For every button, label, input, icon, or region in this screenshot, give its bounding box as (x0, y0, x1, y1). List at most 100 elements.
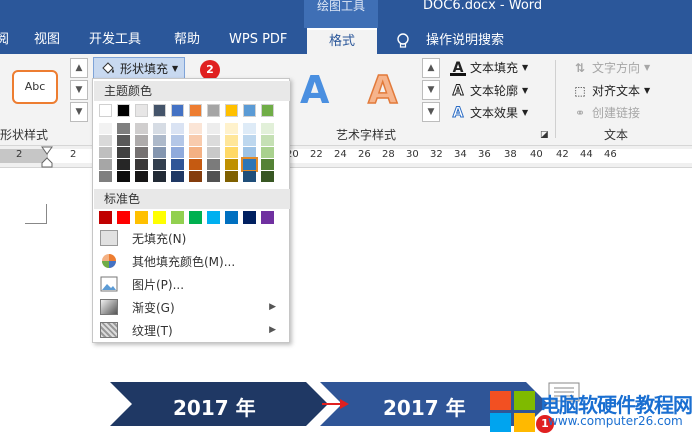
create-link-button[interactable]: ⚭ 创建链接 (572, 104, 640, 121)
color-swatch[interactable] (225, 147, 238, 158)
gradient-fill-menu-item[interactable]: 渐变(G) ▶ (94, 296, 290, 318)
wordart-more-button[interactable]: ▼ (422, 102, 440, 122)
color-swatch[interactable] (117, 135, 130, 146)
color-swatch[interactable] (171, 147, 184, 158)
color-swatch[interactable] (225, 171, 238, 182)
color-swatch[interactable] (99, 104, 112, 117)
color-swatch[interactable] (99, 147, 112, 158)
color-swatch[interactable] (135, 159, 148, 170)
color-swatch[interactable] (135, 123, 148, 134)
color-swatch[interactable] (99, 159, 112, 170)
text-direction-button[interactable]: ⇅ 文字方向 ▼ (572, 59, 650, 76)
color-swatch[interactable] (261, 135, 274, 146)
color-swatch[interactable] (189, 104, 202, 117)
color-swatch[interactable] (225, 135, 238, 146)
color-swatch[interactable] (117, 123, 130, 134)
color-swatch[interactable] (135, 135, 148, 146)
wordart-scroll-up-button[interactable]: ▲ (422, 58, 440, 78)
color-swatch[interactable] (207, 123, 220, 134)
color-swatch[interactable] (225, 104, 238, 117)
color-swatch[interactable] (171, 211, 184, 224)
color-swatch[interactable] (153, 104, 166, 117)
picture-fill-menu-item[interactable]: 图片(P)... (94, 273, 290, 295)
color-swatch[interactable] (243, 104, 256, 117)
text-fill-button[interactable]: A 文本填充 ▼ (450, 59, 528, 76)
shape-style-preset[interactable]: Abc (12, 70, 58, 104)
gallery-scroll-down-button[interactable]: ▼ (70, 80, 88, 100)
color-swatch[interactable] (261, 123, 274, 134)
color-swatch[interactable] (189, 147, 202, 158)
color-swatch[interactable] (243, 211, 256, 224)
wordart-preset-blue[interactable]: A (300, 68, 329, 112)
gallery-scroll-up-button[interactable]: ▲ (70, 58, 88, 78)
gallery-more-button[interactable]: ▼ (70, 102, 88, 122)
color-swatch[interactable] (189, 211, 202, 224)
shape-fill-button[interactable]: 形状填充 ▼ (93, 57, 186, 79)
color-swatch[interactable] (207, 211, 220, 224)
color-swatch[interactable] (153, 159, 166, 170)
dialog-launcher-icon[interactable]: ◪ (540, 130, 549, 140)
color-swatch[interactable] (135, 171, 148, 182)
color-swatch[interactable] (261, 147, 274, 158)
color-swatch[interactable] (153, 123, 166, 134)
color-swatch[interactable] (117, 104, 130, 117)
align-text-button[interactable]: ⬚ 对齐文本 ▼ (572, 82, 650, 99)
color-swatch[interactable] (207, 171, 220, 182)
wordart-preset-orange[interactable]: A (367, 67, 398, 113)
tab-developer[interactable]: 开发工具 (89, 28, 141, 54)
color-swatch[interactable] (99, 135, 112, 146)
color-swatch[interactable] (189, 159, 202, 170)
color-swatch[interactable] (117, 159, 130, 170)
tab-help[interactable]: 帮助 (174, 28, 200, 54)
color-swatch[interactable] (261, 171, 274, 182)
color-swatch[interactable] (225, 159, 238, 170)
color-swatch[interactable] (207, 147, 220, 158)
text-outline-button[interactable]: A 文本轮廓 ▼ (450, 82, 528, 99)
more-fill-colors-menu-item[interactable]: 其他填充颜色(M)... (94, 250, 290, 272)
color-swatch[interactable] (243, 135, 256, 146)
color-swatch[interactable] (135, 147, 148, 158)
color-swatch[interactable] (171, 171, 184, 182)
color-swatch-selected[interactable] (241, 157, 258, 172)
tell-me-search[interactable]: 操作说明搜索 (396, 28, 504, 54)
color-swatch[interactable] (189, 171, 202, 182)
color-swatch[interactable] (207, 104, 220, 117)
color-swatch[interactable] (117, 171, 130, 182)
color-swatch[interactable] (207, 159, 220, 170)
color-swatch[interactable] (261, 159, 274, 170)
color-swatch[interactable] (207, 135, 220, 146)
color-swatch[interactable] (153, 135, 166, 146)
color-swatch[interactable] (153, 211, 166, 224)
color-swatch[interactable] (117, 147, 130, 158)
color-swatch[interactable] (99, 123, 112, 134)
color-swatch[interactable] (261, 211, 274, 224)
tab-review-partial[interactable]: 阅 (0, 28, 9, 54)
color-swatch[interactable] (225, 123, 238, 134)
text-effect-button[interactable]: A 文本效果 ▼ (450, 104, 528, 121)
color-swatch[interactable] (243, 123, 256, 134)
color-swatch[interactable] (99, 211, 112, 224)
color-swatch[interactable] (135, 211, 148, 224)
color-swatch[interactable] (117, 211, 130, 224)
color-swatch[interactable] (225, 211, 238, 224)
wordart-scroll-down-button[interactable]: ▼ (422, 80, 440, 100)
color-swatch[interactable] (171, 104, 184, 117)
tab-view[interactable]: 视图 (34, 28, 60, 54)
color-swatch[interactable] (153, 171, 166, 182)
tab-wps-pdf[interactable]: WPS PDF (229, 28, 287, 54)
color-swatch[interactable] (153, 147, 166, 158)
color-swatch[interactable] (135, 104, 148, 117)
color-swatch[interactable] (189, 123, 202, 134)
no-fill-menu-item[interactable]: 无填充(N) (94, 227, 290, 249)
color-swatch[interactable] (189, 135, 202, 146)
color-swatch[interactable] (171, 159, 184, 170)
color-swatch[interactable] (261, 104, 274, 117)
color-swatch[interactable] (99, 171, 112, 182)
tab-format[interactable]: 格式 (307, 28, 377, 54)
color-swatch[interactable] (171, 123, 184, 134)
color-swatch[interactable] (243, 171, 256, 182)
indent-marker-icon[interactable] (41, 146, 53, 168)
color-swatch[interactable] (243, 147, 256, 158)
texture-fill-menu-item[interactable]: 纹理(T) ▶ (94, 319, 290, 341)
color-swatch[interactable] (171, 135, 184, 146)
